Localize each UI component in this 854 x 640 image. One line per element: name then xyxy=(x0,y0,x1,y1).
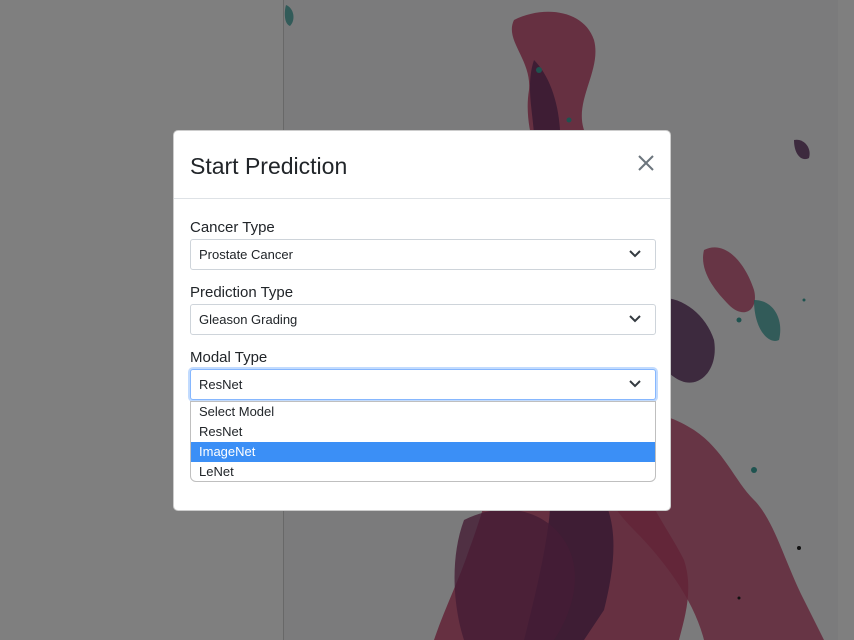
modal-type-value: ResNet xyxy=(199,377,243,392)
start-prediction-modal: Start Prediction Cancer Type Prostate Ca… xyxy=(173,130,671,511)
close-icon xyxy=(638,155,654,171)
prediction-type-value: Gleason Grading xyxy=(199,312,298,327)
chevron-down-icon xyxy=(629,380,641,388)
modal-title: Start Prediction xyxy=(190,153,348,179)
cancer-type-value: Prostate Cancer xyxy=(199,247,293,262)
option-resnet[interactable]: ResNet xyxy=(191,422,655,442)
modal-type-label: Modal Type xyxy=(190,349,268,366)
option-lenet[interactable]: LeNet xyxy=(191,462,655,481)
prediction-type-select[interactable]: Gleason Grading xyxy=(190,304,656,335)
cancer-type-label: Cancer Type xyxy=(190,219,275,236)
chevron-down-icon xyxy=(629,315,641,323)
option-select-model[interactable]: Select Model xyxy=(191,402,655,422)
option-imagenet[interactable]: ImageNet xyxy=(191,442,655,462)
app-viewport: Start Prediction Cancer Type Prostate Ca… xyxy=(0,0,854,640)
modal-type-select[interactable]: ResNet xyxy=(190,369,656,400)
close-button[interactable] xyxy=(634,151,658,175)
modal-header: Start Prediction xyxy=(174,131,670,199)
cancer-type-select[interactable]: Prostate Cancer xyxy=(190,239,656,270)
chevron-down-icon xyxy=(629,250,641,258)
modal-type-dropdown-list[interactable]: Select Model ResNet ImageNet LeNet xyxy=(190,401,656,482)
prediction-type-label: Prediction Type xyxy=(190,284,294,301)
